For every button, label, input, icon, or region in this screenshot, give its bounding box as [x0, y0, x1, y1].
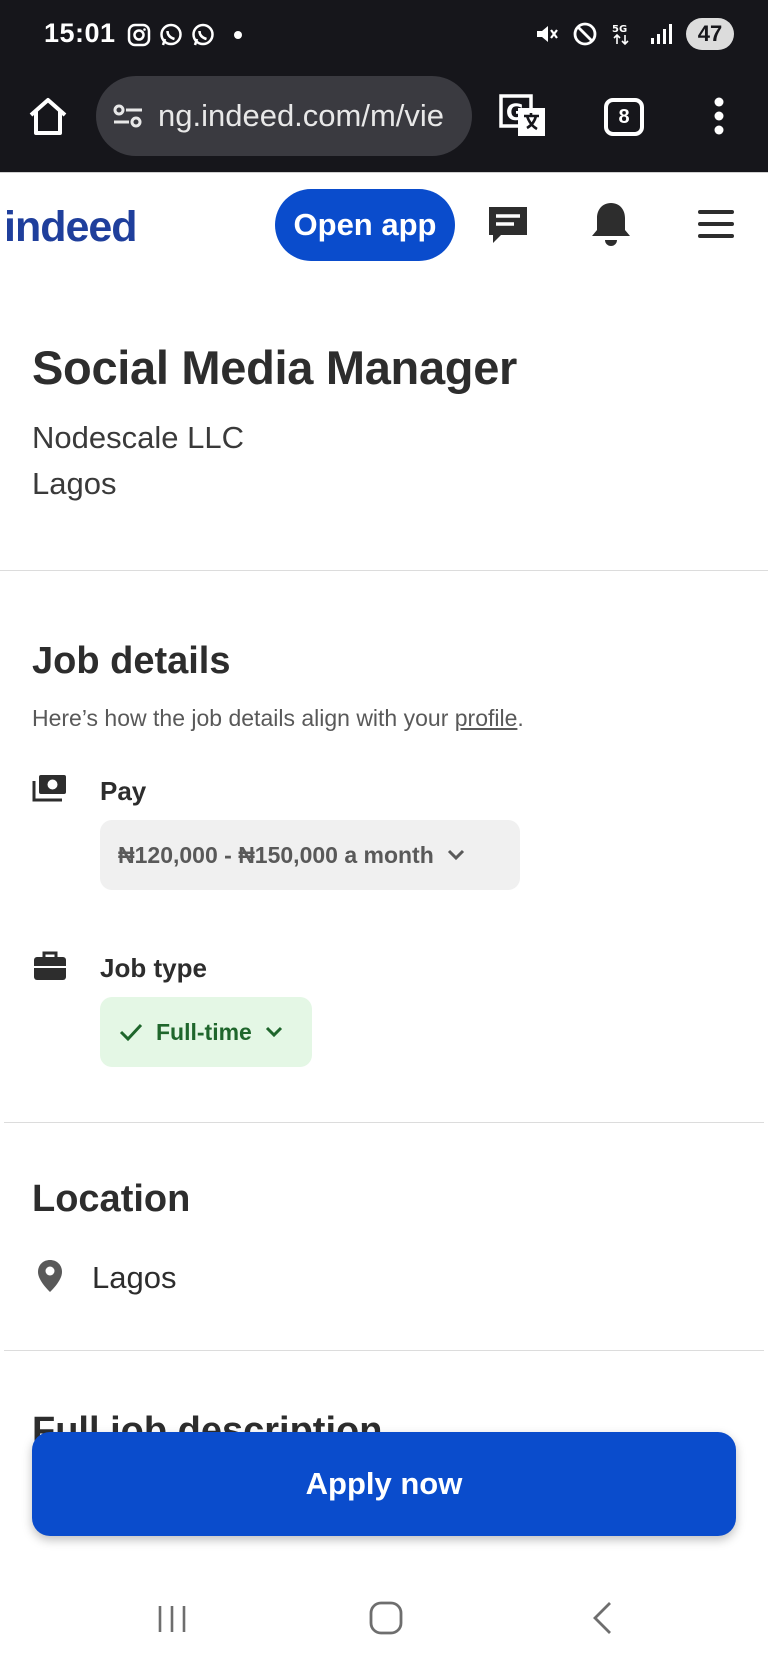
status-time: 15:01 — [44, 18, 116, 48]
do-not-disturb-icon — [573, 22, 597, 46]
job-details-heading: Job details — [32, 640, 231, 682]
instagram-icon — [127, 23, 151, 47]
mute-icon — [537, 26, 558, 42]
location-value: Lagos — [92, 1260, 177, 1295]
back-icon[interactable] — [590, 1600, 614, 1636]
divider — [0, 570, 768, 571]
briefcase-icon — [34, 951, 66, 980]
job-location: Lagos — [32, 466, 117, 501]
browser-toolbar: ng.indeed.com/m/vie G 8 — [0, 72, 768, 172]
site-header: indeed Open app — [0, 172, 768, 274]
pay-value: ₦120,000 - ₦150,000 a month — [118, 841, 434, 868]
system-navigation-bar — [0, 1560, 768, 1664]
more-options-icon[interactable] — [704, 92, 734, 140]
recent-apps-icon[interactable] — [156, 1604, 188, 1634]
company-name[interactable]: Nodescale LLC — [32, 420, 244, 456]
whatsapp-business-icon — [192, 23, 214, 46]
indeed-logo[interactable]: indeed — [4, 189, 138, 251]
job-title: Social Media Manager — [32, 341, 518, 394]
translate-icon[interactable]: G — [498, 92, 548, 140]
job-type-pill[interactable]: Full-time — [100, 997, 312, 1067]
chevron-down-icon — [447, 849, 464, 861]
site-settings-icon[interactable] — [110, 98, 146, 134]
checkmark-icon — [119, 1023, 143, 1042]
location-pin-icon — [38, 1260, 62, 1292]
home-icon[interactable] — [24, 92, 72, 140]
profile-link[interactable]: profile — [455, 705, 518, 731]
job-type-label: Job type — [100, 953, 207, 983]
notifications-bell-icon[interactable] — [588, 199, 634, 249]
logo-text: indeed — [4, 203, 138, 251]
divider — [4, 1350, 764, 1351]
address-bar[interactable]: ng.indeed.com/m/vie — [96, 76, 472, 156]
system-icons: 5G 47 — [534, 18, 734, 50]
status-bar: 15:01 5G 47 — [0, 0, 768, 72]
subtitle-period: . — [517, 705, 524, 731]
job-details-subtitle: Here’s how the job details align with yo… — [32, 705, 524, 732]
signal-icon — [651, 24, 672, 44]
battery-indicator: 47 — [686, 18, 734, 50]
money-icon — [32, 775, 66, 802]
notification-icons — [126, 22, 242, 48]
hamburger-menu-icon[interactable] — [694, 205, 738, 243]
whatsapp-icon — [160, 23, 182, 46]
svg-text:5G: 5G — [612, 24, 627, 35]
chevron-down-icon — [265, 1026, 282, 1038]
job-type-value: Full-time — [156, 1018, 252, 1045]
tab-switcher-button[interactable]: 8 — [604, 98, 644, 136]
pay-pill[interactable]: ₦120,000 - ₦150,000 a month — [100, 820, 520, 890]
divider — [4, 1122, 764, 1123]
open-app-button[interactable]: Open app — [275, 189, 455, 261]
pay-label: Pay — [100, 776, 147, 806]
subtitle-text: Here’s how the job details align with yo… — [32, 705, 455, 731]
messages-icon[interactable] — [485, 203, 531, 249]
network-5g-icon: 5G — [612, 24, 629, 46]
apply-now-button[interactable]: Apply now — [32, 1432, 736, 1536]
location-heading: Location — [32, 1178, 191, 1220]
url-text: ng.indeed.com/m/vie — [158, 98, 445, 133]
home-button-icon[interactable] — [368, 1600, 404, 1636]
more-notifications-dot — [234, 31, 242, 39]
